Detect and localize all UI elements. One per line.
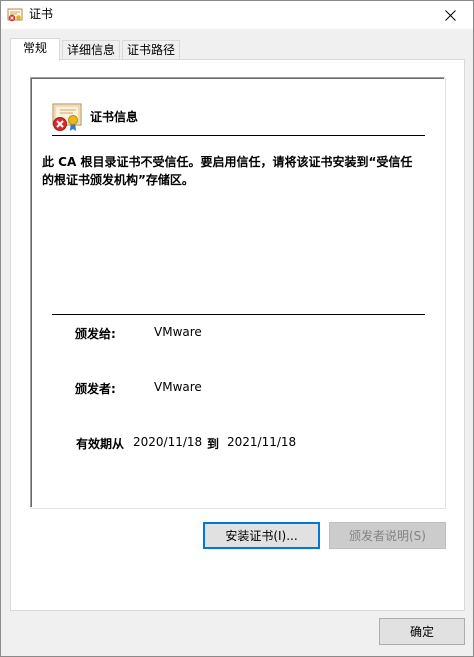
install-certificate-button[interactable]: 安装证书(I)... (203, 522, 320, 549)
certificate-icon (7, 7, 23, 23)
untrusted-certificate-icon (51, 101, 83, 133)
divider (52, 314, 425, 315)
trust-warning-text: 此 CA 根目录证书不受信任。要启用信任，请将该证书安装到“受信任的根证书颁发机… (42, 155, 413, 187)
tab-certification-path[interactable]: 证书路径 (122, 40, 180, 60)
close-icon (444, 9, 456, 21)
validity-label: 有效期从 (76, 437, 125, 451)
valid-from-date: 2020/11/18 (133, 435, 203, 449)
close-button[interactable] (427, 1, 473, 29)
ok-button[interactable]: 确定 (379, 618, 465, 645)
tab-details[interactable]: 详细信息 (62, 40, 120, 60)
issued-by-value: VMware (154, 380, 202, 394)
window-title: 证书 (29, 7, 54, 21)
certificate-dialog: 证书 常规 详细信息 证书路径 证书信息 此 CA 根目录证书不受信任。要启用信… (0, 0, 474, 657)
tab-general[interactable]: 常规 (10, 38, 60, 61)
issued-to-value: VMware (154, 325, 202, 339)
valid-to-date: 2021/11/18 (227, 435, 297, 449)
certificate-info-heading: 证书信息 (90, 110, 139, 124)
certificate-info-box: 证书信息 此 CA 根目录证书不受信任。要启用信任，请将该证书安装到“受信任的根… (30, 77, 445, 508)
issuer-statement-button: 颁发者说明(S) (329, 522, 446, 549)
general-tab-panel: 证书信息 此 CA 根目录证书不受信任。要启用信任，请将该证书安装到“受信任的根… (10, 59, 465, 611)
valid-to-label: 到 (207, 437, 220, 451)
issued-by-label: 颁发者: (75, 382, 116, 396)
divider (52, 135, 425, 136)
issued-to-label: 颁发给: (75, 327, 116, 341)
title-bar: 证书 (1, 1, 473, 29)
